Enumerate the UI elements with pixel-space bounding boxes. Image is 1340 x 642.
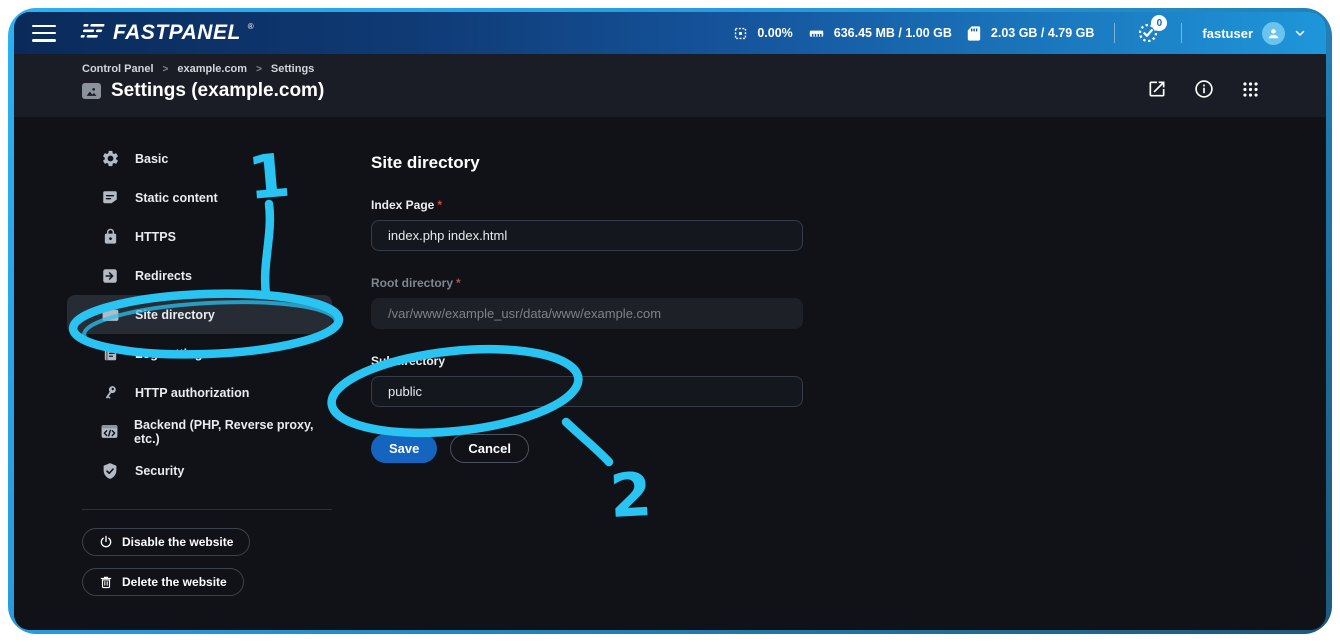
breadcrumb-separator: >: [163, 64, 169, 75]
topbar-separator: [1114, 23, 1115, 43]
lock-item[interactable]: HTTPS: [67, 217, 332, 256]
index-page-label: Index Page*: [371, 198, 803, 212]
cancel-button[interactable]: Cancel: [450, 434, 529, 463]
content-area: Basic Static content HTTPS: [14, 117, 1326, 630]
index-page-input[interactable]: [371, 220, 803, 251]
breadcrumb-settings[interactable]: Settings: [271, 63, 314, 75]
open-site-button[interactable]: [1147, 79, 1167, 99]
notifications-button[interactable]: 0: [1135, 20, 1161, 46]
user-menu[interactable]: fastuser: [1202, 22, 1306, 45]
index-page-field-group: Index Page*: [371, 198, 803, 251]
root-directory-label: Root directory*: [371, 276, 803, 290]
required-asterisk: *: [456, 276, 461, 290]
sidebar-item-security[interactable]: Security: [67, 451, 332, 490]
screenshot-page: FASTPANEL ® 0.00%: [0, 0, 1340, 642]
person-icon: [1266, 26, 1281, 41]
site-favicon-icon: [82, 83, 101, 99]
memory-usage: 636.45 MB / 1.00 GB: [807, 25, 952, 42]
disk-value: 2.03 GB / 4.79 GB: [991, 26, 1095, 40]
sidebar-item-label: Security: [135, 464, 184, 478]
grid-dots-icon: [1241, 80, 1260, 99]
breadcrumb: Control Panel > example.com > Settings: [82, 63, 324, 75]
subdirectory-input[interactable]: [371, 376, 803, 407]
hamburger-menu-icon[interactable]: [32, 25, 56, 42]
breadcrumb-control-panel[interactable]: Control Panel: [82, 63, 154, 75]
registered-mark: ®: [248, 22, 254, 31]
sidebar-item-label: Site directory: [135, 308, 215, 322]
log-file-icon: [100, 344, 120, 364]
save-button[interactable]: Save: [371, 434, 437, 463]
gear-icon: [100, 149, 120, 169]
memory-value: 636.45 MB / 1.00 GB: [834, 26, 952, 40]
document-icon: [100, 188, 120, 208]
equalizer-icon: [80, 23, 106, 41]
sidebar-item-label: Backend (PHP, Reverse proxy, etc.): [134, 418, 332, 446]
sidebar-item-redirects[interactable]: Redirects: [67, 256, 332, 295]
power-icon: [99, 535, 113, 549]
disable-website-button[interactable]: Disable the website: [82, 528, 250, 556]
sidebar-item-label: HTTP authorization: [135, 386, 249, 400]
topbar-separator: [1181, 23, 1182, 43]
ram-icon: [807, 25, 826, 42]
sidebar-item-backend[interactable]: Backend (PHP, Reverse proxy, etc.): [67, 412, 332, 451]
cpu-usage: 0.00%: [732, 25, 792, 42]
sidebar-item-label: HTTPS: [135, 230, 176, 244]
redirect-arrow-icon: [100, 266, 120, 286]
info-icon: [1194, 79, 1214, 99]
sidebar-item-label: Static content: [135, 191, 218, 205]
top-bar: FASTPANEL ® 0.00%: [14, 12, 1326, 54]
logo-text: FASTPANEL: [113, 23, 241, 43]
form-heading: Site directory: [371, 153, 1326, 173]
sidebar-item-static-content[interactable]: Static content: [67, 178, 332, 217]
lock-icon: [100, 227, 120, 247]
breadcrumb-separator: >: [256, 64, 262, 75]
disk-icon: [966, 25, 983, 42]
info-button[interactable]: [1194, 79, 1214, 99]
disable-website-label: Disable the website: [122, 535, 233, 549]
shield-check-icon: [100, 461, 120, 481]
site-directory-form: Site directory Index Page* Root director…: [314, 117, 1326, 630]
notification-badge: 0: [1151, 15, 1167, 31]
apps-grid-button[interactable]: [1241, 80, 1260, 99]
username: fastuser: [1202, 26, 1253, 41]
delete-website-button[interactable]: Delete the website: [82, 568, 244, 596]
page-header: Control Panel > example.com > Settings S…: [14, 54, 1326, 117]
chevron-down-icon: [1294, 27, 1306, 39]
fastpanel-logo[interactable]: FASTPANEL ®: [80, 23, 254, 43]
sidebar-item-site-directory[interactable]: Site directory: [67, 295, 332, 334]
sidebar-item-label: Redirects: [135, 269, 192, 283]
subdirectory-field-group: Subdirectory: [371, 354, 803, 407]
sidebar-item-label: Log settings: [135, 347, 209, 361]
settings-sidebar: Basic Static content HTTPS: [14, 117, 314, 630]
sidebar-item-log-settings[interactable]: Log settings: [67, 334, 332, 373]
external-link-icon: [1147, 79, 1167, 99]
delete-website-label: Delete the website: [122, 575, 227, 589]
root-directory-field-group: Root directory*: [371, 276, 803, 329]
header-actions: [1147, 79, 1260, 99]
code-icon: [100, 422, 119, 442]
trash-icon: [99, 575, 113, 589]
app-window: FASTPANEL ® 0.00%: [14, 12, 1326, 630]
cpu-icon: [732, 25, 749, 42]
sidebar-divider: [82, 509, 332, 510]
root-directory-input: [371, 298, 803, 329]
sidebar-item-basic[interactable]: Basic: [67, 139, 332, 178]
sidebar-item-http-authorization[interactable]: HTTP authorization: [67, 373, 332, 412]
disk-usage: 2.03 GB / 4.79 GB: [966, 25, 1095, 42]
required-asterisk: *: [437, 198, 442, 212]
page-title: Settings (example.com): [111, 80, 324, 102]
breadcrumb-site[interactable]: example.com: [177, 63, 247, 75]
avatar: [1262, 22, 1285, 45]
folder-icon: [100, 305, 120, 325]
sidebar-item-label: Basic: [135, 152, 168, 166]
topbar-status-area: 0.00% 636.45 MB / 1.00 GB: [732, 20, 1306, 46]
subdirectory-label: Subdirectory: [371, 354, 803, 368]
key-icon: [100, 383, 120, 403]
cpu-value: 0.00%: [757, 26, 792, 40]
